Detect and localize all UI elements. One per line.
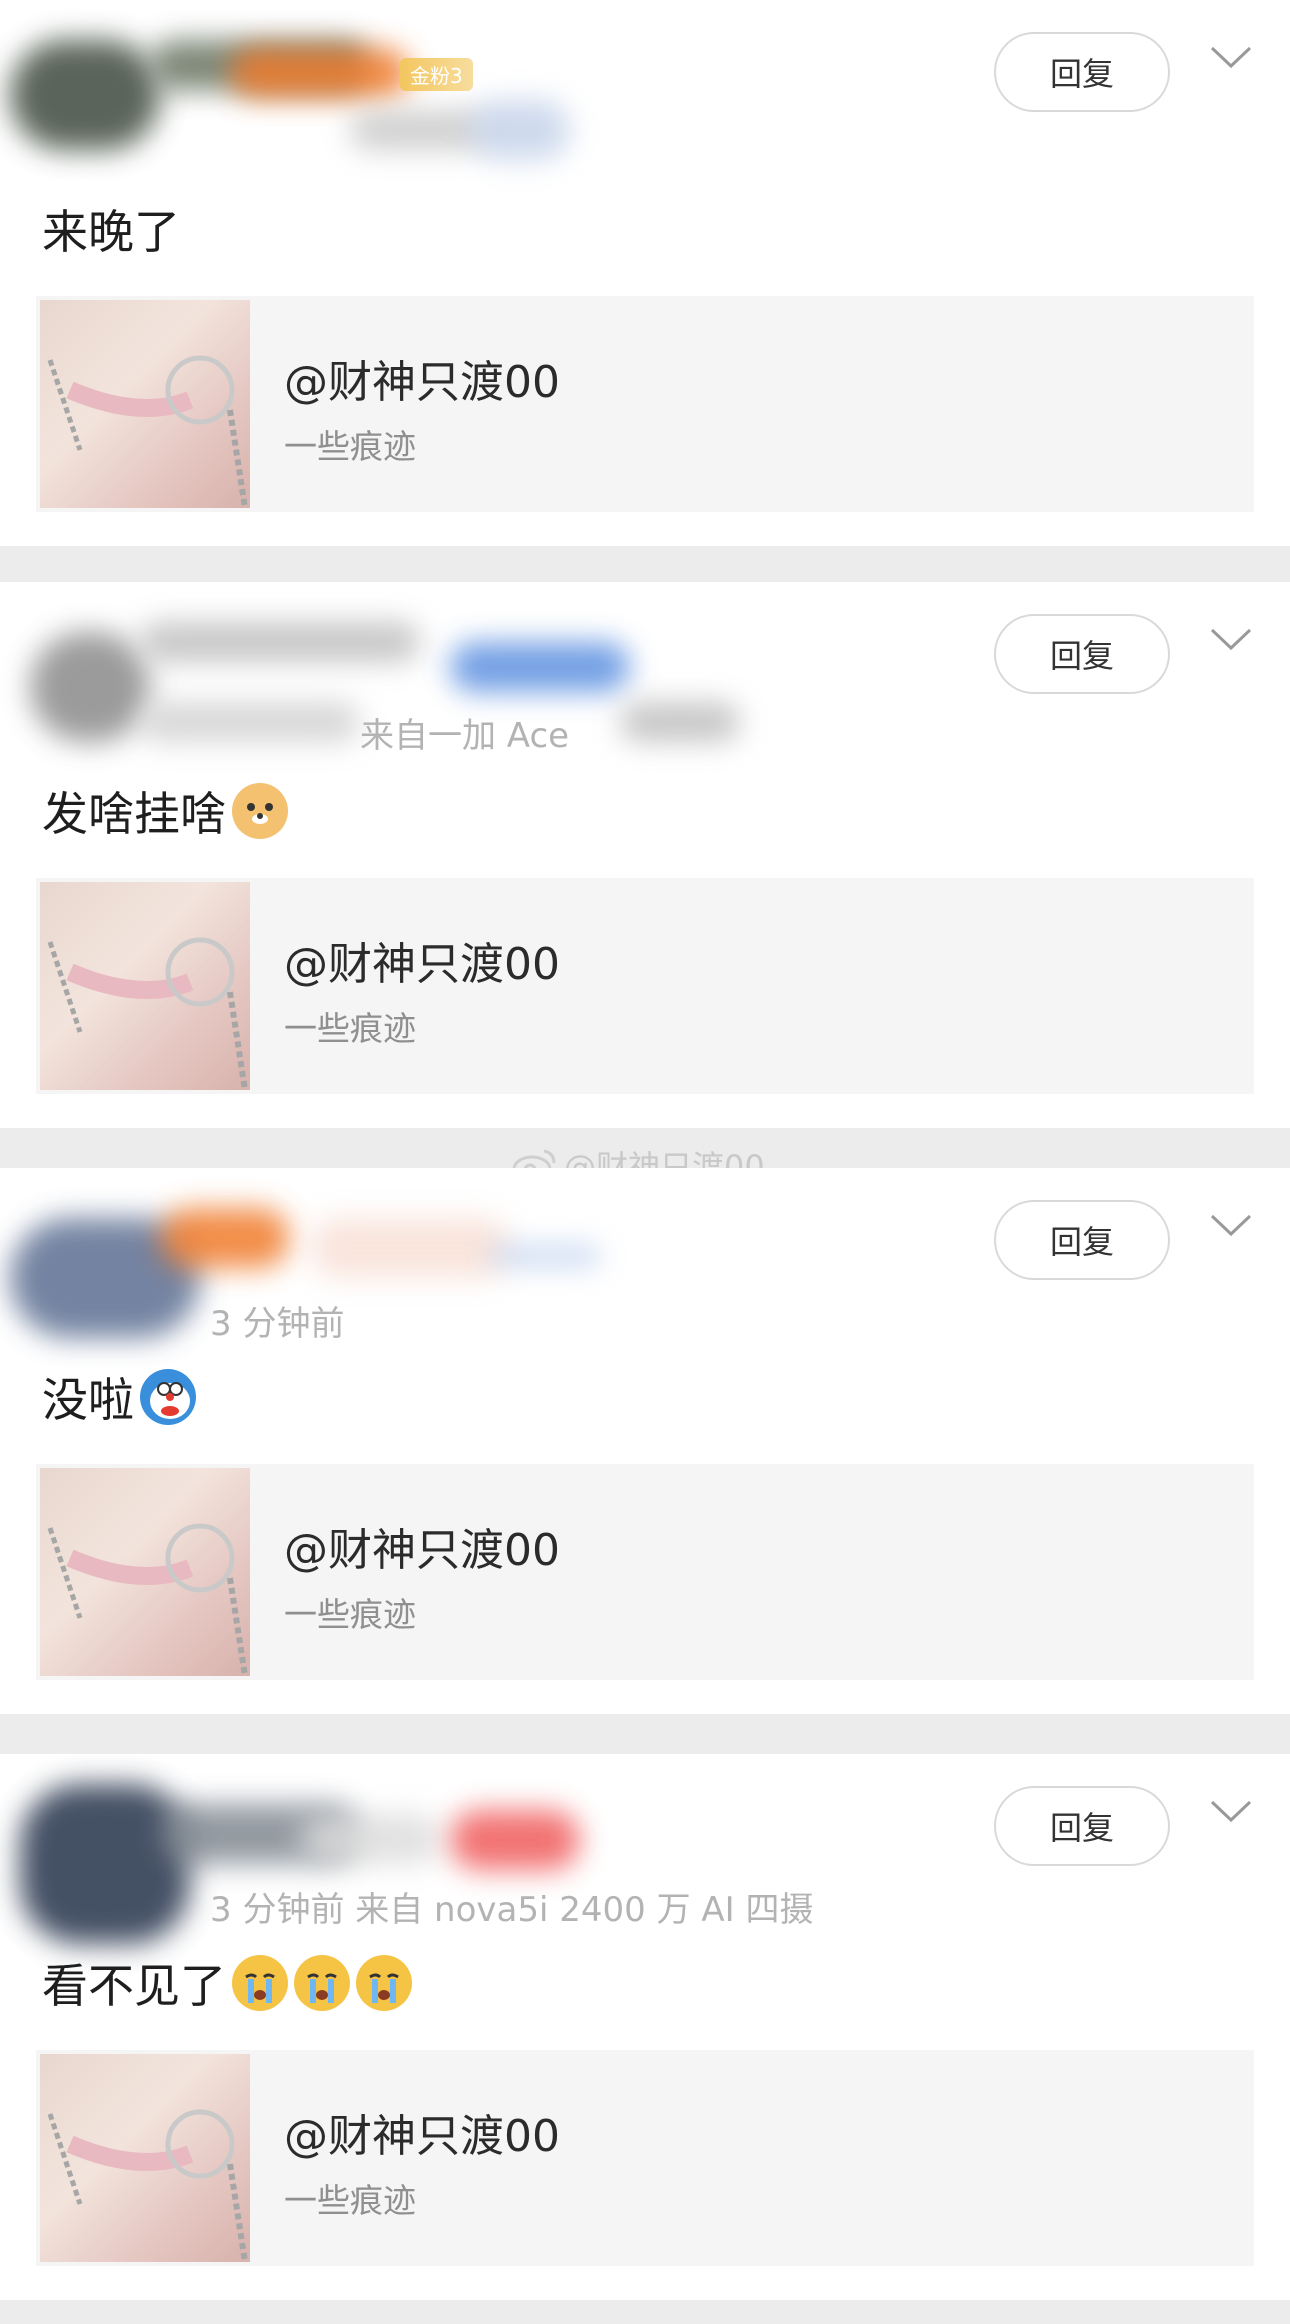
quoted-post[interactable]: @财神只渡00 一些痕迹 [36,1464,1254,1680]
comment-meta: 来自一加 Ace [360,716,570,756]
username-blurred[interactable] [230,48,410,98]
avatar[interactable] [20,1784,190,1944]
comment-card: 金粉3 回复 来晚了 @财神只渡00 一些痕迹 [0,0,1290,546]
quoted-subtitle: 一些痕迹 [284,427,416,466]
comment-text-row: 来晚了 [42,196,180,262]
meta-blurred [620,702,740,742]
reply-button[interactable]: 回复 [994,614,1170,694]
comment-text: 发啥挂啥 [42,787,226,841]
reply-button[interactable]: 回复 [994,32,1170,112]
quoted-post[interactable]: @财神只渡00 一些痕迹 [36,2050,1254,2266]
crying-emoji-icon [232,1955,288,2011]
meta-blurred [470,100,570,160]
quoted-username: @财神只渡00 [284,1525,560,1576]
meta-blurred [350,110,490,150]
post-thumbnail [40,2054,250,2262]
reply-button[interactable]: 回复 [994,1200,1170,1280]
comment-text: 没啦 [42,1373,134,1427]
username-blurred[interactable] [450,642,630,692]
avatar[interactable] [10,40,160,150]
avatar[interactable] [30,632,150,742]
comment-text: 来晚了 [42,205,180,259]
quoted-post[interactable]: @财神只渡00 一些痕迹 [36,878,1254,1094]
comment-text-row: 发啥挂啥 [42,778,288,844]
chevron-down-icon[interactable] [1208,624,1254,654]
post-thumbnail [40,300,250,508]
username-blurred[interactable] [160,1208,290,1268]
chevron-down-icon[interactable] [1208,42,1254,72]
doge-emoji-icon [232,783,288,839]
comment-text-row: 看不见了 [42,1950,412,2016]
comment-meta: 3 分钟前 [210,1304,345,1344]
quoted-username: @财神只渡00 [284,939,560,990]
username-blurred[interactable] [490,1246,600,1266]
username-blurred[interactable] [450,1810,580,1870]
crying-emoji-icon [356,1955,412,2011]
username-blurred[interactable] [140,622,420,662]
comment-meta: 3 分钟前 来自 nova5i 2400 万 AI 四摄 [210,1890,814,1930]
reply-button[interactable]: 回复 [994,1786,1170,1866]
comment-card: 来自一加 Ace 回复 发啥挂啥 @财神只渡00 一些痕迹 [0,582,1290,1128]
post-thumbnail [40,882,250,1090]
quoted-subtitle: 一些痕迹 [284,1009,416,1048]
chevron-down-icon[interactable] [1208,1210,1254,1240]
comment-text: 看不见了 [42,1959,226,2013]
username-blurred[interactable] [310,1218,510,1278]
crying-emoji-icon [294,1955,350,2011]
comment-card: 3 分钟前 回复 没啦 @财神只渡00 一些痕迹 [0,1168,1290,1714]
chevron-down-icon[interactable] [1208,1796,1254,1826]
post-thumbnail [40,1468,250,1676]
quoted-username: @财神只渡00 [284,2111,560,2162]
quoted-subtitle: 一些痕迹 [284,1595,416,1634]
comment-text-row: 没啦 [42,1364,196,1430]
doraemon-emoji-icon [140,1369,196,1425]
meta-blurred [140,702,360,742]
comment-card: 3 分钟前 来自 nova5i 2400 万 AI 四摄 回复 看不见了 @财神… [0,1754,1290,2300]
quoted-post[interactable]: @财神只渡00 一些痕迹 [36,296,1254,512]
quoted-username: @财神只渡00 [284,357,560,408]
username-blurred[interactable] [300,1814,440,1864]
quoted-subtitle: 一些痕迹 [284,2181,416,2220]
fan-badge: 金粉3 [400,58,473,91]
